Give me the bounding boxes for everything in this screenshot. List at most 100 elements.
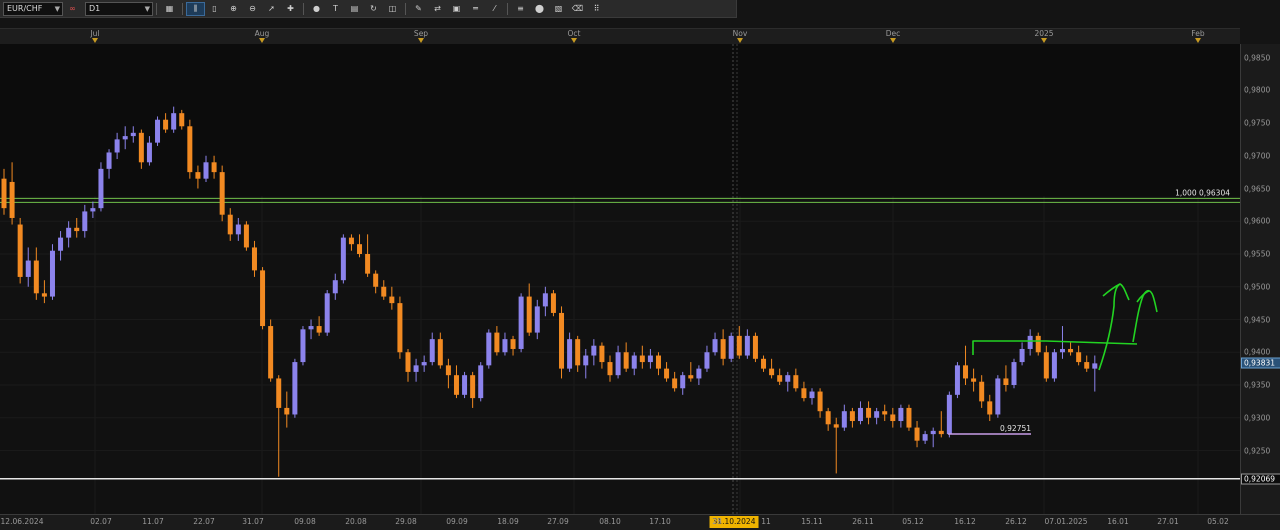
eraser-icon[interactable]: ⌫	[568, 2, 587, 16]
handdrawn-arrow-up	[1098, 283, 1130, 371]
candle-bear	[849, 411, 855, 422]
candle-bear	[882, 411, 888, 415]
template-icon[interactable]: ▣	[447, 2, 466, 16]
price-tick-label: 0,9750	[1244, 118, 1271, 128]
candle-bull	[300, 329, 306, 363]
candle-bear	[688, 375, 694, 379]
candle-bear	[276, 378, 282, 408]
candle-bull	[898, 407, 904, 422]
candle-bear	[963, 365, 969, 379]
price-tick-label: 0,9350	[1244, 380, 1271, 390]
alert-icon[interactable]: ▧	[549, 2, 568, 16]
zoom-out-icon[interactable]: ⊖	[243, 2, 262, 16]
chart-type-icon[interactable]: ▦	[160, 2, 179, 16]
timeframe-select-value: D1	[89, 3, 101, 13]
chevron-down-icon: ▼	[144, 4, 150, 13]
candle-bear	[825, 411, 831, 425]
candle-bear	[906, 407, 912, 428]
candle-bull	[534, 306, 540, 333]
pencil-icon[interactable]: ✎	[409, 2, 428, 16]
candle-bear	[138, 132, 144, 163]
date-tick-label: 15.11	[801, 517, 823, 526]
date-tick-label: 16.01	[1107, 517, 1129, 526]
fib-icon[interactable]: ≡	[511, 2, 530, 16]
zoom-in-icon[interactable]: ⊕	[224, 2, 243, 16]
candle-chart-icon[interactable]: ▯	[205, 2, 224, 16]
link-icon[interactable]: ∞	[63, 2, 82, 16]
candle-bear	[494, 332, 500, 353]
candle-bear	[510, 339, 516, 349]
candle-bull	[122, 136, 128, 140]
toolbar-separator	[507, 2, 508, 15]
candle-bull	[1051, 352, 1057, 379]
candle-bear	[938, 430, 944, 435]
candle-bull	[1027, 335, 1033, 349]
candle-bear	[1068, 348, 1074, 353]
candle-bear	[720, 339, 726, 359]
candle-bear	[761, 358, 767, 369]
month-marker-icon	[571, 38, 577, 43]
candle-bull	[155, 119, 161, 143]
date-tick-label: 17.10	[649, 517, 671, 526]
date-tick-label: 20.08	[345, 517, 367, 526]
cursor-icon[interactable]: ➚	[262, 2, 281, 16]
month-label: Dec	[885, 29, 901, 38]
trend-icon[interactable]: ⁄	[485, 2, 504, 16]
marker-icon[interactable]: ●	[307, 2, 326, 16]
candle-bull	[615, 352, 621, 376]
candle-bear	[179, 113, 185, 127]
candle-bull	[930, 430, 936, 435]
line-icon[interactable]: ═	[466, 2, 485, 16]
price-tick-label: 0,9800	[1244, 85, 1271, 95]
symbol-select[interactable]: EUR/CHF ▼	[3, 1, 63, 16]
timeframe-select[interactable]: D1 ▼	[85, 1, 153, 16]
candle-bear	[559, 312, 565, 369]
candle-bear	[1, 178, 7, 209]
candle-bull	[340, 237, 346, 281]
candle-bear	[243, 224, 249, 248]
date-tick-label: 11.07	[142, 517, 164, 526]
date-tick-label: 12.06.2024	[0, 517, 44, 526]
month-label: Jul	[90, 29, 100, 38]
candle-bull	[130, 132, 136, 137]
date-tick-label: 27.01	[1157, 517, 1179, 526]
candle-bear	[736, 335, 742, 356]
price-tick-label: 0,9850	[1244, 53, 1271, 62]
candle-bull	[203, 162, 209, 179]
date-tick-label: 29.08	[395, 517, 417, 526]
candle-bull	[1059, 348, 1065, 353]
candle-bull	[809, 391, 815, 399]
shape-icon[interactable]: ⬤	[530, 2, 549, 16]
indicator-icon[interactable]: ⇄	[428, 2, 447, 16]
candle-bear	[664, 368, 670, 379]
save-icon[interactable]: ▤	[345, 2, 364, 16]
upper-zone	[0, 44, 1240, 197]
candle-bull	[82, 211, 88, 232]
candle-bull	[995, 378, 1001, 415]
date-tick-label: 22.07	[193, 517, 215, 526]
candle-bear	[866, 407, 872, 418]
candle-bull	[171, 113, 177, 130]
month-label: Feb	[1191, 29, 1205, 38]
toolbar-separator	[156, 2, 157, 15]
price-tick-label: 0,9450	[1244, 315, 1271, 324]
month-marker-icon	[418, 38, 424, 43]
candle-bear	[211, 162, 217, 173]
candle-bear	[914, 427, 920, 441]
more-icon[interactable]: ⠿	[587, 2, 606, 16]
bar-chart-icon[interactable]: ⫼	[186, 1, 205, 16]
candlestick-chart[interactable]: 1,000 0,96304 0,92751	[0, 44, 1240, 514]
handdrawn-arrow-head	[1102, 283, 1121, 297]
candle-bear	[526, 296, 532, 333]
crosshair-icon[interactable]: ✚	[281, 2, 300, 16]
candle-bear	[17, 224, 23, 277]
handdrawn-arrow-second	[1132, 289, 1158, 343]
layers-icon[interactable]: ◫	[383, 2, 402, 16]
text-icon[interactable]: T	[326, 2, 345, 16]
candle-bull	[712, 339, 718, 353]
month-marker-icon	[737, 38, 743, 43]
candle-bear	[251, 247, 257, 271]
refresh-icon[interactable]: ↻	[364, 2, 383, 16]
candle-bull	[946, 394, 952, 435]
candle-bull	[58, 237, 64, 251]
